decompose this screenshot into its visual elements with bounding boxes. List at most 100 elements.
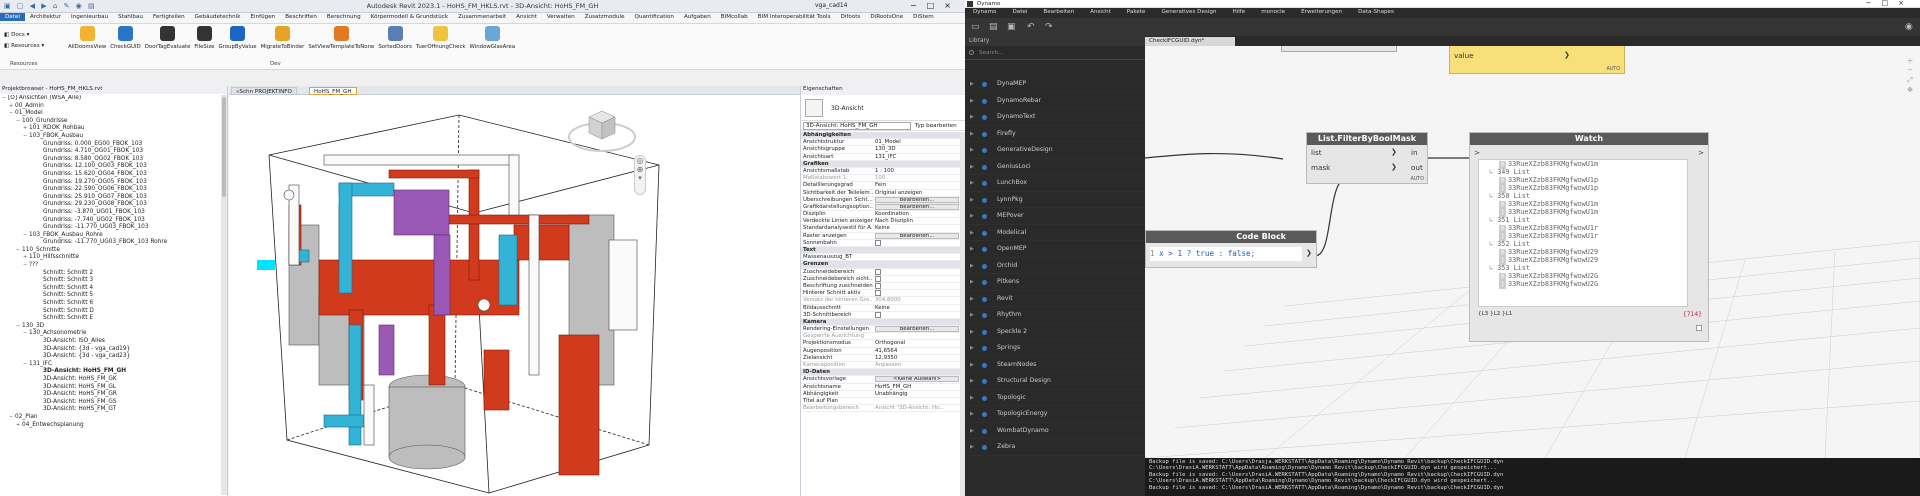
ribbon-tab-4[interactable]: Fertigteilen [148, 13, 190, 21]
property-checkbox[interactable] [875, 268, 881, 275]
expand-icon[interactable]: ▶ [970, 258, 974, 275]
watch-item[interactable]: ↳ 353 List [1479, 264, 1687, 272]
dynamo-menu-4[interactable]: Pakete [1119, 8, 1154, 15]
library-category[interactable]: ▶ DynaMEP [965, 76, 1145, 93]
tree-node[interactable]: Grundriss: 29.230_OG08_FBOK_103 [2, 201, 222, 209]
list-input-port[interactable]: list [1311, 148, 1322, 157]
property-button[interactable]: Bearbeiten... [875, 196, 959, 203]
project-browser-scrollbar[interactable] [221, 95, 227, 495]
tree-node[interactable]: Schnitt: Schnitt E [2, 315, 222, 323]
tree-node[interactable]: 3D-Ansicht: HoHS_FM_GR [2, 391, 222, 399]
expand-icon[interactable]: ▶ [970, 274, 974, 291]
expand-icon[interactable]: ▶ [970, 175, 974, 192]
tree-node[interactable]: 3D-Ansicht: {3d - vga_cad19} [2, 346, 222, 354]
open-file-icon[interactable]: ▤ [989, 22, 999, 32]
zoom-in-icon[interactable]: ＋ [1904, 56, 1916, 66]
ribbon-tab-7[interactable]: Beschriften [280, 13, 322, 21]
watch-input-port[interactable]: > [1474, 148, 1480, 157]
ribbon-tab-20[interactable]: DiStem [908, 13, 939, 21]
library-category[interactable]: ▶ Speckle 2 [965, 324, 1145, 341]
ribbon-tab-2[interactable]: Ingenieurbau [66, 13, 113, 21]
tree-node[interactable]: −131_IFC [2, 361, 222, 369]
code-editor[interactable]: 1 x > 1 ? true : false; [1150, 247, 1302, 261]
tree-node[interactable]: − [O] Ansichten (WSA_Alle) [2, 95, 222, 103]
docs-dropdown[interactable]: ◧ Docs ▾ [4, 30, 44, 41]
watch-item[interactable]: ↳ 349 List [1479, 168, 1687, 176]
tree-node[interactable]: −110_Schnitte [2, 247, 222, 255]
steering-wheel-icon[interactable]: ◎ [635, 156, 645, 165]
property-checkbox[interactable] [875, 239, 881, 246]
navigation-bar[interactable]: ◎ ⊕ ▾ [634, 155, 646, 195]
tree-node[interactable]: Grundriss: 4.710_OG01_FBOK_103 [2, 148, 222, 156]
expand-icon[interactable]: ▶ [970, 373, 974, 390]
tree-node[interactable]: Schnitt: Schnitt 5 [2, 292, 222, 300]
tree-node[interactable]: Grundriss: -3.870_UG01_FBOK_103 [2, 209, 222, 217]
property-value[interactable]: Orthogonal [875, 340, 959, 347]
property-value[interactable]: Keine [875, 225, 959, 232]
library-category[interactable]: ▶ GeniusLoci [965, 159, 1145, 176]
property-value[interactable]: Keine [875, 305, 959, 312]
ribbon-tab-9[interactable]: Körpermodell & Grundstück [366, 13, 453, 21]
library-category[interactable]: ▶ Modelical [965, 225, 1145, 241]
edit-type-button[interactable]: Typ bearbeiten [915, 122, 957, 130]
ribbon-tab-11[interactable]: Ansicht [511, 13, 542, 21]
zoom-out-icon[interactable]: − [1904, 66, 1916, 76]
library-category[interactable]: ▶ Revit [965, 291, 1145, 307]
tree-node[interactable]: Grundriss: 12.100_OG03_FBOK_103 [2, 163, 222, 171]
expand-icon[interactable]: ▶ [970, 439, 974, 456]
tree-node[interactable]: −130_Achsonometrie [2, 330, 222, 338]
ribbon-tab-10[interactable]: Zusammenarbeit [453, 13, 511, 21]
library-category[interactable]: ▶ SteamNodes [965, 357, 1145, 373]
pan-icon[interactable]: ✥ [1904, 86, 1916, 96]
tree-node[interactable]: Schnitt: Schnitt 2 [2, 270, 222, 278]
watch-item[interactable]: 1 33RueXZzb83FKMgfwowU1m [1479, 208, 1687, 217]
library-category[interactable]: ▶ LunchBox [965, 175, 1145, 192]
screenshot-icon[interactable]: ◉ [1905, 22, 1915, 32]
top-node-value-port[interactable]: value [1454, 51, 1474, 60]
tree-node[interactable]: −103_FBOK_Ausbau_Rohre [2, 232, 222, 240]
ribbon-tab-6[interactable]: Einfügen [246, 13, 281, 21]
tree-node[interactable]: +00_Admin [2, 103, 222, 111]
tree-node[interactable]: 3D-Ansicht: ISO_Alles [2, 338, 222, 346]
property-value[interactable]: 304,8000 [875, 297, 959, 304]
property-value[interactable]: Original anzeigen [875, 190, 959, 197]
property-group[interactable]: Abhängigkeiten [801, 132, 961, 140]
expand-icon[interactable]: ▶ [970, 324, 974, 341]
watch-item[interactable]: 1 33RueXZzb83FKMgfwowU1p [1479, 184, 1687, 193]
watch-item[interactable]: 0 33RueXZzb83FKMgfwowU1m [1479, 160, 1687, 169]
property-group[interactable]: Grafiken [801, 160, 961, 168]
property-checkbox[interactable] [875, 290, 881, 297]
watch-item[interactable]: 1 33RueXZzb83FKMgfwowU1r [1479, 232, 1687, 241]
library-search-input[interactable]: Search... [965, 46, 1145, 60]
property-value[interactable]: 1 : 100 [875, 168, 959, 175]
expand-icon[interactable]: ▶ [970, 307, 974, 324]
3d-view-canvas[interactable]: ◎ ⊕ ▾ [229, 95, 800, 496]
watch-item[interactable]: 0 33RueXZzb83FKMgfwowU29 [1479, 248, 1687, 257]
tree-node[interactable]: +04_Entwechsplanung [2, 422, 222, 430]
expand-icon[interactable]: ▶ [970, 76, 974, 93]
property-value[interactable]: Ansicht "3D-Ansicht: Ho... [875, 405, 959, 412]
mask-input-port[interactable]: mask [1311, 163, 1330, 172]
ribbon-button-migratetobinder[interactable]: MigrateToBinder [259, 26, 307, 50]
tree-node[interactable]: Grundriss: -11.770_UG03_FBOK_103 [2, 224, 222, 232]
tab-checkifcguid[interactable]: CheckIFCGUID.dyn* [1145, 37, 1235, 46]
property-value[interactable]: Unabhängig [875, 391, 959, 398]
watch-item[interactable]: ↳ 350 List [1479, 192, 1687, 200]
ribbon-tab-18[interactable]: Difoots [836, 13, 866, 21]
dynamo-menu-0[interactable]: Dynamo [965, 8, 1004, 15]
new-file-icon[interactable]: ▭ [971, 22, 981, 32]
library-category[interactable]: ▶ WombatDynamo [965, 423, 1145, 439]
expand-icon[interactable]: ▶ [970, 109, 974, 126]
watch-item[interactable]: ↳ 351 List [1479, 216, 1687, 224]
library-category[interactable]: ▶ DynamoText [965, 109, 1145, 126]
graph-workspace[interactable]: value ❯ AUTO List.FilterByBoolMask list … [1145, 46, 1920, 458]
ribbon-button-sorteddoors[interactable]: SortedDoors [376, 26, 414, 50]
ribbon-button-doortagevaluate[interactable]: DoorTagEvaluate [143, 26, 193, 50]
property-value[interactable]: Fein [875, 182, 959, 189]
window-controls[interactable]: −□× [910, 1, 961, 10]
tab-projektinfo[interactable]: «Schn PROJEKTINFO [231, 87, 297, 95]
tree-node[interactable]: +110_Hilfsschnitte [2, 254, 222, 262]
ribbon-tab-5[interactable]: Gebäudetechnik [190, 13, 246, 21]
library-category[interactable]: ▶ Pitkens [965, 274, 1145, 291]
expand-icon[interactable]: ▶ [970, 159, 974, 176]
